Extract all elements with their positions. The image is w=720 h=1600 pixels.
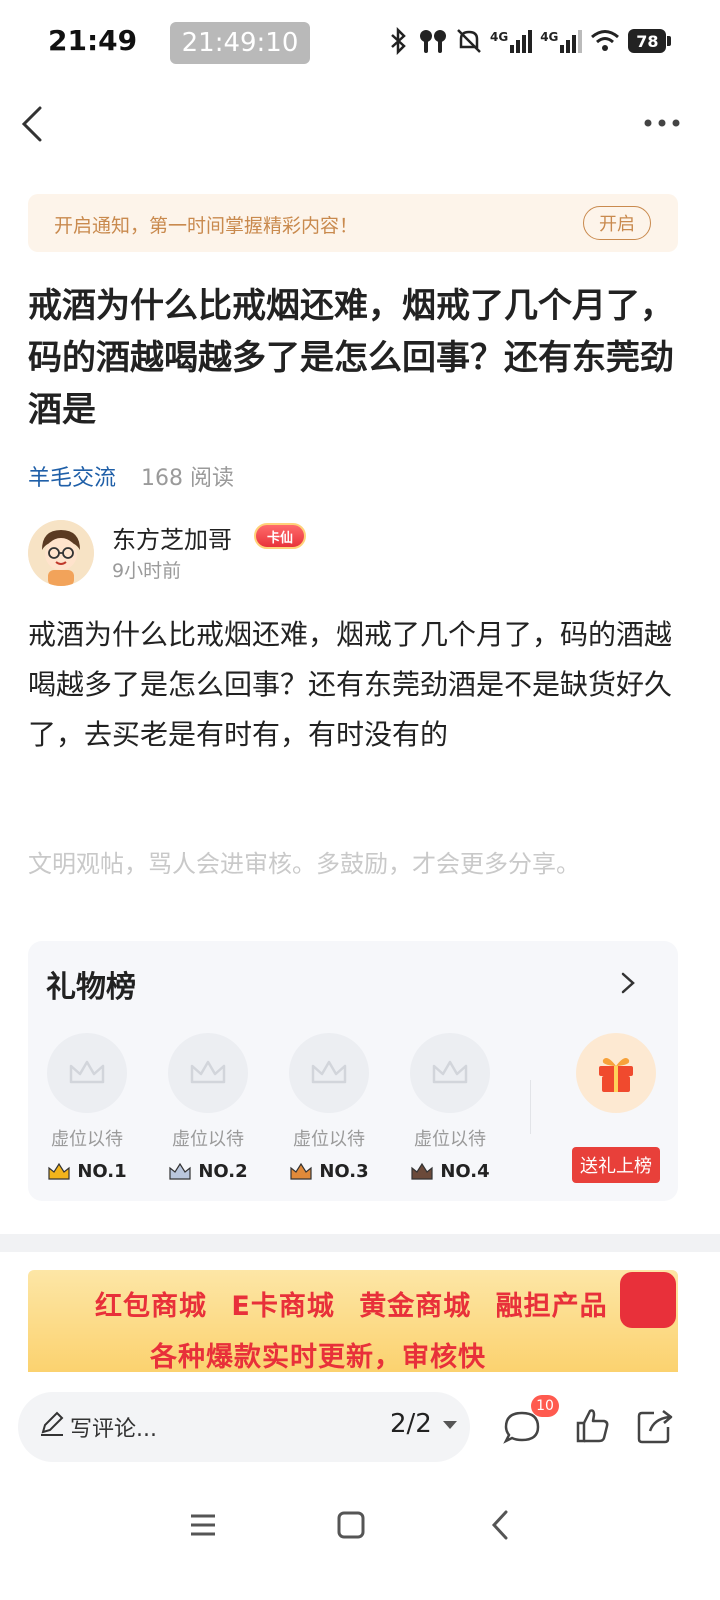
notification-text: 开启通知，第一时间掌握精彩内容！ <box>54 215 359 237</box>
comment-count-badge: 10 <box>531 1395 559 1417</box>
mute-bell-icon <box>457 29 481 53</box>
enable-notification-button[interactable]: 开启 <box>583 206 651 240</box>
gold-crown-icon <box>48 1162 70 1180</box>
battery-icon: 78 <box>628 29 672 53</box>
status-icons: 4G 4G 78 <box>388 24 672 58</box>
rank-label: NO.2 <box>198 1161 248 1182</box>
slot-label: 虚位以待 <box>172 1129 244 1150</box>
caret-down-icon[interactable] <box>442 1420 458 1430</box>
author-name[interactable]: 东方芝加哥 <box>112 520 232 555</box>
crown-outline-icon <box>69 1060 105 1084</box>
avatar[interactable] <box>28 520 94 586</box>
empty-slot <box>410 1033 490 1113</box>
author-badge: 卡仙 <box>254 523 306 549</box>
system-back-icon[interactable] <box>488 1508 512 1542</box>
post-time: 9小时前 <box>112 560 182 582</box>
gift-ranking-title: 礼物榜 <box>46 970 136 1005</box>
gift-button[interactable] <box>576 1033 656 1113</box>
crown-outline-icon <box>311 1060 347 1084</box>
slot-rank: NO.1 <box>37 1161 137 1182</box>
gift-slot-4[interactable]: 虚位以待 NO.4 <box>400 1033 500 1182</box>
slot-label: 虚位以待 <box>51 1129 123 1150</box>
network-label: 4G <box>490 29 509 44</box>
gift-slot-3[interactable]: 虚位以待 NO.3 <box>279 1033 379 1182</box>
share-icon[interactable] <box>636 1407 674 1445</box>
section-separator <box>0 1234 720 1252</box>
post-title: 戒酒为什么比戒烟还难，烟戒了几个月了，码的酒越喝越多了是怎么回事？还有东莞劲酒是 <box>28 286 674 430</box>
slot-label: 虚位以待 <box>293 1129 365 1150</box>
empty-slot <box>47 1033 127 1113</box>
category-link[interactable]: 羊毛交流 <box>28 466 116 491</box>
silver-crown-icon <box>169 1162 191 1180</box>
gift-box-icon <box>599 1058 633 1092</box>
mascot-icon <box>620 1272 676 1328</box>
wifi-icon <box>591 30 620 51</box>
pencil-icon <box>41 1411 64 1436</box>
avatar-cartoon-icon <box>28 520 94 586</box>
system-menu-icon[interactable] <box>188 1510 218 1540</box>
slot-rank: NO.4 <box>400 1161 500 1182</box>
crown-outline-icon <box>432 1060 468 1084</box>
slot-rank: NO.3 <box>279 1161 379 1182</box>
empty-slot <box>289 1033 369 1113</box>
civility-hint: 文明观帖，骂人会进审核。多鼓励，才会更多分享。 <box>28 850 580 878</box>
gift-slot-2[interactable]: 虚位以待 NO.2 <box>158 1033 258 1182</box>
slot-rank: NO.2 <box>158 1161 258 1182</box>
more-icon[interactable] <box>640 108 684 138</box>
rank-label: NO.4 <box>440 1161 490 1182</box>
post-body: 戒酒为什么比戒烟还难，烟戒了几个月了，码的酒越喝越多了是怎么回事？还有东莞劲酒是… <box>28 618 673 751</box>
clock-overlay: 21:49:10 <box>170 22 310 64</box>
thumbs-up-icon[interactable] <box>574 1405 610 1445</box>
network-label: 4G <box>540 29 559 44</box>
empty-slot <box>168 1033 248 1113</box>
signal-4g-icon: 4G <box>540 29 583 53</box>
read-count: 168 阅读 <box>141 466 235 491</box>
back-icon[interactable] <box>14 100 54 148</box>
comment-placeholder[interactable]: 写评论... <box>70 1411 157 1443</box>
signal-4g-icon: 4G <box>490 29 533 53</box>
earbuds-icon <box>420 30 446 53</box>
system-home-icon[interactable] <box>336 1510 366 1540</box>
page-indicator[interactable]: 2/2 <box>390 1409 432 1439</box>
status-time: 21:49 <box>48 24 138 57</box>
bronze-crown-icon <box>290 1162 312 1180</box>
dark-crown-icon <box>411 1162 433 1180</box>
crown-outline-icon <box>190 1060 226 1084</box>
rank-label: NO.1 <box>77 1161 127 1182</box>
divider <box>530 1080 531 1134</box>
bluetooth-icon <box>391 27 406 55</box>
chevron-right-icon[interactable] <box>616 968 640 998</box>
slot-label: 虚位以待 <box>414 1129 486 1150</box>
promo-line-1: 红包商城 E卡商城 黄金商城 融担产品 <box>95 1291 608 1322</box>
send-gift-button[interactable]: 送礼上榜 <box>572 1147 660 1183</box>
rank-label: NO.3 <box>319 1161 369 1182</box>
post-meta: 羊毛交流 168 阅读 <box>28 460 234 492</box>
promo-line-2: 各种爆款实时更新，审核快 <box>150 1342 486 1373</box>
gift-slot-1[interactable]: 虚位以待 NO.1 <box>37 1033 137 1182</box>
